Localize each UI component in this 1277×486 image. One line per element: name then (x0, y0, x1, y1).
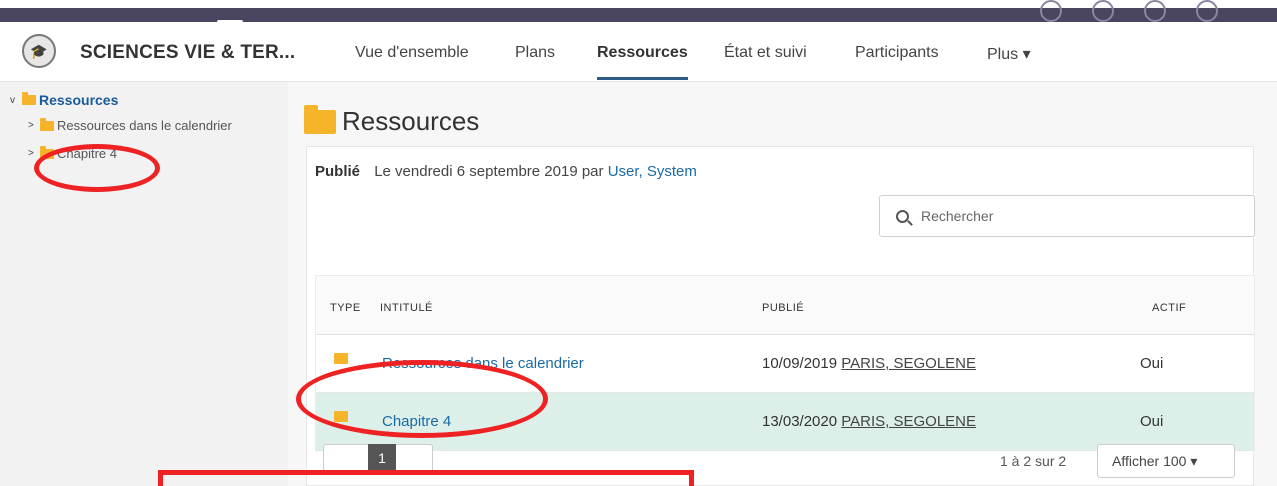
row-date: 13/03/2020 (762, 413, 838, 430)
graduation-cap-icon: 🎓 (22, 34, 56, 68)
published-text: Le vendredi 6 septembre 2019 par (374, 163, 604, 180)
course-title[interactable]: SCIENCES VIE & TER... (80, 42, 295, 64)
row-active: Oui (1140, 413, 1164, 430)
col-type[interactable]: TYPE (330, 302, 361, 314)
row-date: 10/09/2019 (762, 355, 838, 372)
folder-icon (334, 411, 348, 422)
published-by-link[interactable]: User, System (608, 163, 697, 180)
help-icon[interactable] (1144, 0, 1166, 22)
table-header: TYPE INTITULÉ PUBLIÉ ACTIF (315, 275, 1255, 335)
tree-item-calendar[interactable]: > Ressources dans le calendrier (28, 117, 232, 133)
tab-participants[interactable]: Participants (855, 44, 939, 62)
page-current[interactable]: 1 (368, 444, 396, 474)
folder-icon (22, 92, 36, 105)
chevron-right-icon[interactable]: > (28, 148, 40, 159)
col-active[interactable]: ACTIF (1152, 302, 1186, 314)
tree-item-label[interactable]: Chapitre 4 (57, 146, 117, 161)
notification-icon[interactable] (1040, 0, 1062, 22)
page-heading: Ressources (304, 104, 480, 137)
per-page-select[interactable]: Afficher 100 ▾ (1097, 444, 1235, 478)
published-label: Publié (315, 163, 361, 180)
page-title: Ressources (342, 106, 480, 136)
published-info: Publié Le vendredi 6 septembre 2019 par … (315, 163, 697, 180)
row-title-link[interactable]: Chapitre 4 (382, 413, 451, 430)
col-title[interactable]: INTITULÉ (380, 302, 433, 314)
row-title-link[interactable]: Ressources dans le calendrier (382, 355, 584, 372)
user-avatar-icon[interactable] (1196, 0, 1218, 22)
table-row[interactable]: Chapitre 4 13/03/2020 PARIS, SEGOLENE Ou… (315, 393, 1255, 451)
resources-table: TYPE INTITULÉ PUBLIÉ ACTIF Ressources da… (315, 275, 1255, 451)
resources-card: Publié Le vendredi 6 septembre 2019 par … (306, 146, 1255, 486)
search-input[interactable] (921, 208, 1221, 224)
result-count: 1 à 2 sur 2 (1000, 453, 1067, 469)
chevron-down-icon[interactable]: v (10, 95, 22, 106)
tab-plans[interactable]: Plans (515, 44, 555, 62)
tree-root[interactable]: v Ressources (10, 92, 118, 108)
tab-more[interactable]: Plus ▾ (987, 44, 1031, 64)
row-published: 13/03/2020 PARIS, SEGOLENE (762, 413, 976, 430)
tab-resources[interactable]: Ressources (597, 44, 688, 80)
search-box[interactable] (879, 195, 1255, 237)
tab-overview[interactable]: Vue d'ensemble (355, 44, 469, 62)
main-content: Ressources Publié Le vendredi 6 septembr… (288, 82, 1277, 486)
chevron-right-icon[interactable]: > (28, 120, 40, 131)
sidebar-tree: v Ressources > Ressources dans le calend… (0, 82, 288, 486)
folder-icon (304, 104, 336, 134)
search-icon (896, 209, 909, 223)
col-published[interactable]: PUBLIÉ (762, 302, 804, 314)
tree-root-label[interactable]: Ressources (39, 92, 118, 108)
tab-status[interactable]: État et suivi (724, 44, 807, 62)
folder-icon (40, 145, 54, 159)
messages-icon[interactable] (1092, 0, 1114, 22)
row-active: Oui (1140, 355, 1164, 372)
tree-item-label[interactable]: Ressources dans le calendrier (57, 118, 232, 133)
folder-icon (40, 117, 54, 131)
pagination: 1 (323, 444, 433, 474)
row-author-link[interactable]: PARIS, SEGOLENE (841, 413, 976, 430)
tree-item-chapitre[interactable]: > Chapitre 4 (28, 145, 117, 161)
top-bar (0, 0, 1277, 28)
row-author-link[interactable]: PARIS, SEGOLENE (841, 355, 976, 372)
course-navbar: 🎓 SCIENCES VIE & TER... Vue d'ensemble P… (0, 22, 1277, 82)
table-row[interactable]: Ressources dans le calendrier 10/09/2019… (315, 335, 1255, 393)
row-published: 10/09/2019 PARIS, SEGOLENE (762, 355, 976, 372)
folder-icon (334, 353, 348, 364)
